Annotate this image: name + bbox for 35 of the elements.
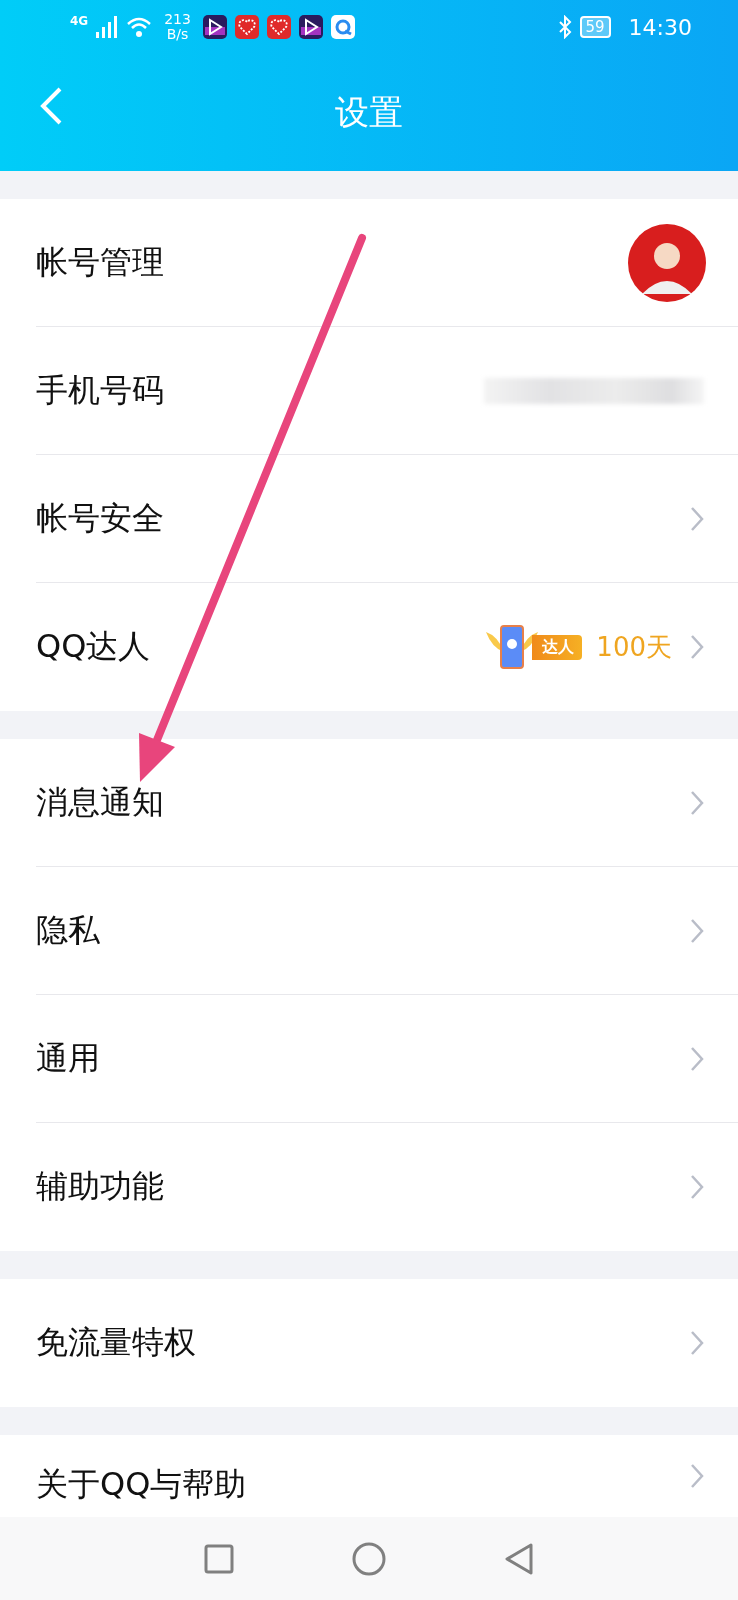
chevron-icon bbox=[690, 1463, 704, 1489]
chevron-icon bbox=[690, 1330, 704, 1356]
settings-item[interactable]: 隐私 bbox=[36, 908, 690, 953]
cloud-icon bbox=[330, 15, 355, 39]
chevron-icon bbox=[690, 505, 704, 532]
speed-value: 213 bbox=[164, 12, 191, 27]
home-icon[interactable] bbox=[352, 1541, 386, 1576]
back-icon[interactable] bbox=[38, 86, 64, 126]
chevron-icon bbox=[690, 1174, 704, 1200]
play-icon bbox=[202, 15, 227, 39]
settings-item[interactable]: QQ达人 bbox=[36, 625, 485, 669]
settings-item[interactable]: 帐号管理 bbox=[36, 240, 628, 285]
days-value: 100天 bbox=[596, 630, 672, 664]
chevron-icon bbox=[690, 634, 704, 660]
chevron-icon bbox=[690, 917, 704, 944]
settings-item[interactable]: 辅助功能 bbox=[36, 1165, 690, 1209]
settings-item[interactable]: 手机号码 bbox=[36, 368, 484, 413]
play-icon bbox=[298, 15, 323, 39]
back-nav-icon[interactable] bbox=[504, 1541, 534, 1576]
bluetooth-icon bbox=[557, 15, 572, 39]
clock-time: 14:30 bbox=[628, 14, 692, 40]
settings-item[interactable]: 通用 bbox=[36, 1036, 690, 1081]
chevron-icon bbox=[690, 789, 704, 816]
avatar[interactable] bbox=[628, 223, 706, 302]
settings-item[interactable]: 帐号安全 bbox=[36, 496, 690, 541]
battery-level: 59 bbox=[579, 16, 611, 38]
expert-badge: 达人 bbox=[532, 634, 583, 660]
chevron-icon bbox=[690, 1045, 704, 1072]
page-title: 设置 bbox=[335, 90, 403, 134]
wifi-icon bbox=[126, 16, 153, 38]
network-type: 4G bbox=[70, 14, 89, 28]
speed-unit: B/s bbox=[166, 27, 189, 42]
signal-icon bbox=[96, 16, 119, 38]
settings-item[interactable]: 消息通知 bbox=[36, 780, 690, 825]
recent-apps-icon[interactable] bbox=[204, 1543, 234, 1574]
